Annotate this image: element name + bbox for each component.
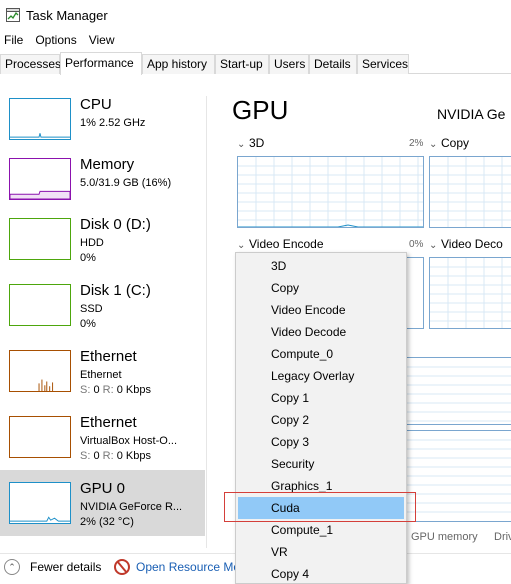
ethernet-virtualbox-thumbnail-graph (9, 416, 71, 458)
tab-app-history[interactable]: App history (142, 54, 215, 74)
sidebar-item-usage: 0% (80, 252, 96, 264)
dropdown-item-video-encode[interactable]: Video Encode (236, 299, 406, 321)
dropdown-item-copy-2[interactable]: Copy 2 (236, 409, 406, 431)
resource-monitor-icon (114, 559, 130, 575)
dropdown-item-copy-3[interactable]: Copy 3 (236, 431, 406, 453)
grid-lines (238, 157, 423, 227)
sidebar-item-ethernet[interactable]: Ethernet Ethernet S: 0 R: 0 Kbps (0, 338, 205, 404)
sidebar-item-throughput: S: 0 R: 0 Kbps (80, 450, 151, 462)
open-resource-monitor-link[interactable]: Open Resource Mo (114, 559, 240, 575)
memory-thumbnail-graph (9, 158, 71, 200)
sidebar-item-detail: NVIDIA GeForce R... (80, 501, 183, 513)
menu-options[interactable]: Options (31, 33, 80, 47)
driver-label: Driv (494, 531, 511, 543)
chevron-down-icon: ⌄ (429, 139, 438, 150)
dropdown-item-copy-4[interactable]: Copy 4 (236, 563, 406, 584)
engine-video-decode-graph (429, 257, 511, 329)
chevron-down-icon: ⌄ (237, 240, 246, 251)
engine-selector-3d[interactable]: ⌄ 3D (237, 136, 264, 150)
page-title: GPU (232, 95, 289, 125)
dropdown-item-3d[interactable]: 3D (236, 255, 406, 277)
disk-0-thumbnail-graph (9, 218, 71, 260)
engine-3d-percent: 2% (409, 138, 424, 149)
sidebar-item-ethernet-virtualbox[interactable]: Ethernet VirtualBox Host-O... S: 0 R: 0 … (0, 404, 205, 470)
tab-start-up[interactable]: Start-up (215, 54, 269, 74)
sidebar-item-detail: SSD (80, 303, 103, 315)
window-title: Task Manager (26, 7, 108, 23)
sidebar-item-disk-0[interactable]: Disk 0 (D:) HDD 0% (0, 206, 205, 272)
title-bar: Task Manager (0, 0, 511, 30)
engine-copy-graph (429, 156, 511, 228)
dropdown-item-security[interactable]: Security (236, 453, 406, 475)
dropdown-item-copy[interactable]: Copy (236, 277, 406, 299)
sidebar-item-detail: VirtualBox Host-O... (80, 435, 177, 447)
engine-dropdown-menu: 3D Copy Video Encode Video Decode Comput… (235, 252, 407, 584)
sidebar-item-cpu[interactable]: CPU 1% 2.52 GHz (0, 86, 205, 152)
sidebar-item-label: Ethernet (80, 348, 137, 365)
tab-details[interactable]: Details (309, 54, 357, 74)
dropdown-item-copy-1[interactable]: Copy 1 (236, 387, 406, 409)
chevron-down-icon: ⌄ (429, 240, 438, 251)
tab-users[interactable]: Users (269, 54, 309, 74)
engine-selector-video-decode[interactable]: ⌄ Video Deco (429, 237, 503, 251)
grid-lines (430, 157, 511, 227)
tab-processes[interactable]: Processes (0, 54, 61, 74)
sidebar-item-label: Disk 0 (D:) (80, 216, 151, 233)
dropdown-item-compute-0[interactable]: Compute_0 (236, 343, 406, 365)
menu-file[interactable]: File (0, 33, 27, 47)
dropdown-item-legacy-overlay[interactable]: Legacy Overlay (236, 365, 406, 387)
sidebar-item-label: Disk 1 (C:) (80, 282, 151, 299)
dropdown-item-compute-1[interactable]: Compute_1 (236, 519, 406, 541)
engine-3d-graph (237, 156, 424, 228)
sidebar-item-throughput: S: 0 R: 0 Kbps (80, 384, 151, 396)
gpu-0-thumbnail-graph (9, 482, 71, 524)
dropdown-item-cuda[interactable]: Cuda (238, 497, 404, 519)
menu-bar: File Options View (0, 30, 123, 50)
sidebar-item-detail: Ethernet (80, 369, 122, 381)
sidebar-item-memory[interactable]: Memory 5.0/31.9 GB (16%) (0, 146, 205, 212)
engine-selector-copy[interactable]: ⌄ Copy (429, 136, 469, 150)
tab-performance[interactable]: Performance (60, 52, 142, 75)
disk-1-thumbnail-graph (9, 284, 71, 326)
gpu-memory-label: GPU memory (411, 531, 478, 543)
sidebar-item-label: CPU (80, 96, 112, 113)
chevron-up-icon: ⌃ (4, 559, 20, 575)
dropdown-item-video-decode[interactable]: Video Decode (236, 321, 406, 343)
performance-sidebar: CPU 1% 2.52 GHz Memory 5.0/31.9 GB (16%)… (0, 82, 205, 552)
open-resource-monitor-label: Open Resource Mo (136, 560, 241, 574)
menu-view[interactable]: View (85, 33, 119, 47)
sidebar-item-label: GPU 0 (80, 480, 126, 497)
chevron-down-icon: ⌄ (237, 139, 246, 150)
fewer-details-label: Fewer details (30, 560, 102, 574)
grid-lines (430, 258, 511, 328)
sidebar-item-usage: 2% (32 °C) (80, 516, 134, 528)
sidebar-item-detail: 1% 2.52 GHz (80, 117, 146, 129)
task-manager-icon (6, 8, 20, 22)
cpu-thumbnail-graph (9, 98, 71, 140)
gpu-model-name: NVIDIA Ge (437, 106, 506, 122)
dropdown-item-graphics-1[interactable]: Graphics_1 (236, 475, 406, 497)
tab-services[interactable]: Services (357, 54, 409, 74)
sidebar-item-detail: HDD (80, 237, 104, 249)
sidebar-item-label: Memory (80, 156, 135, 173)
sidebar-divider (206, 96, 207, 548)
sidebar-item-disk-1[interactable]: Disk 1 (C:) SSD 0% (0, 272, 205, 338)
engine-selector-video-encode[interactable]: ⌄ Video Encode (237, 237, 324, 251)
engine-video-encode-percent: 0% (409, 239, 424, 250)
fewer-details-button[interactable]: ⌃ Fewer details (4, 559, 101, 575)
sidebar-item-gpu-0[interactable]: GPU 0 NVIDIA GeForce R... 2% (32 °C) (0, 470, 205, 536)
sidebar-item-detail: 5.0/31.9 GB (16%) (80, 177, 172, 189)
sidebar-item-usage: 0% (80, 318, 96, 330)
dropdown-item-vr[interactable]: VR (236, 541, 406, 563)
sidebar-item-label: Ethernet (80, 414, 137, 431)
tab-bar: Processes Performance App history Start-… (0, 52, 511, 75)
ethernet-thumbnail-graph (9, 350, 71, 392)
